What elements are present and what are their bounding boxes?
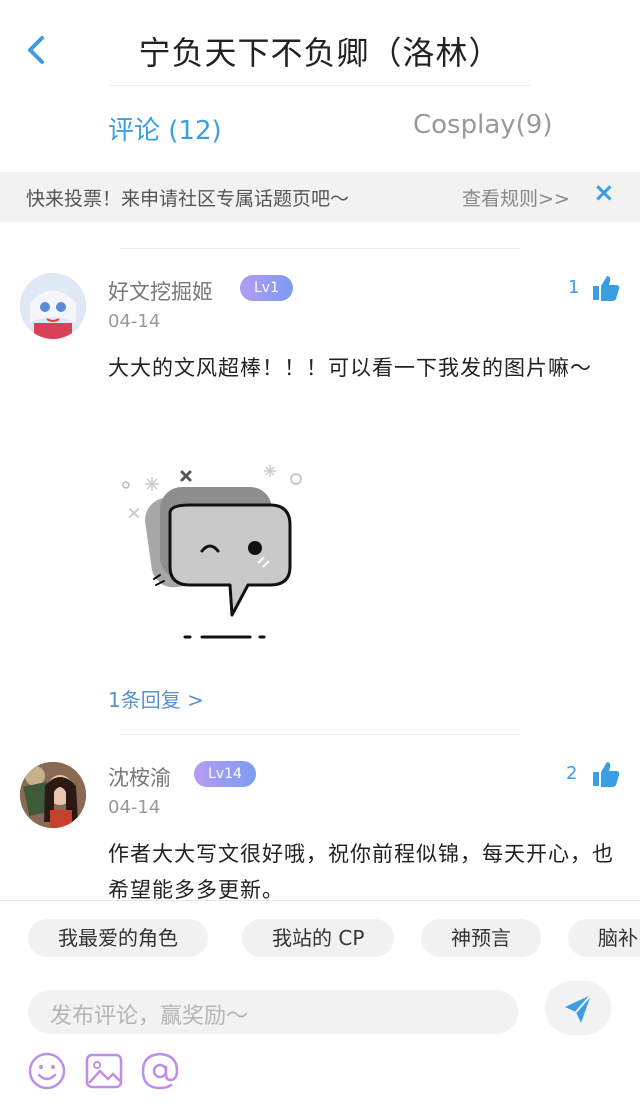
quick-tag-chip[interactable]: 我站的 CP <box>242 919 395 957</box>
avatar-illustration <box>20 273 86 339</box>
close-icon[interactable]: × <box>593 178 615 208</box>
speech-bubble-sticker[interactable] <box>110 455 340 655</box>
view-rules-link[interactable]: 查看规则>> <box>462 184 570 211</box>
comment-input[interactable]: 发布评论，赢奖励～ <box>28 990 518 1034</box>
avatar[interactable] <box>20 273 86 339</box>
like-count: 2 <box>566 763 578 784</box>
thumb-up-icon[interactable] <box>592 274 620 302</box>
comment-input-placeholder: 发布评论，赢奖励～ <box>50 1004 249 1029</box>
image-icon[interactable] <box>84 1051 124 1091</box>
level-badge: Lv14 <box>194 761 256 787</box>
tab-bar: 评论 (12) Cosplay(9) <box>0 96 640 162</box>
view-replies-link[interactable]: 1条回复 > <box>108 684 204 713</box>
at-icon[interactable] <box>140 1051 180 1091</box>
send-button[interactable] <box>545 981 611 1035</box>
comment-text: 作者大大写文很好哦，祝你前程似锦，每天开心，也希望能多多更新。 <box>108 842 614 902</box>
page-title: 宁负天下不负卿（洛林） <box>138 34 502 72</box>
like-count: 1 <box>568 277 580 298</box>
quick-tag-chip[interactable]: 我最爱的角色 <box>28 919 208 957</box>
notice-banner: 快来投票！来申请社区专属话题页吧～ 查看规则>> × <box>0 172 640 222</box>
notice-text: 快来投票！来申请社区专属话题页吧～ <box>26 188 350 210</box>
divider <box>120 734 520 735</box>
tab-cosplay[interactable]: Cosplay(9) <box>413 110 552 140</box>
divider <box>110 85 530 86</box>
quick-tag-chip[interactable]: 脑补 <box>568 919 640 957</box>
nav-bar: 宁负天下不负卿（洛林） <box>0 0 640 86</box>
divider <box>120 248 520 249</box>
avatar[interactable] <box>20 762 86 828</box>
username[interactable]: 好文挖掘姬 <box>108 276 213 306</box>
emoji-icon[interactable] <box>27 1051 67 1091</box>
avatar-photo <box>20 762 86 828</box>
quick-tag-chip[interactable]: 神预言 <box>421 919 541 957</box>
comment-date: 04-14 <box>108 797 161 818</box>
thumb-up-icon[interactable] <box>592 760 620 788</box>
comment-date: 04-14 <box>108 311 161 332</box>
comment-composer: 我最爱的角色 我站的 CP 神预言 脑补 发布评论，赢奖励～ <box>0 900 640 1108</box>
comment-text: 大大的文风超棒！！！可以看一下我发的图片嘛～ <box>108 356 592 380</box>
send-icon <box>565 994 592 1023</box>
level-badge: Lv1 <box>240 275 293 301</box>
username[interactable]: 沈桉渝 <box>108 762 171 792</box>
tab-comments[interactable]: 评论 (12) <box>108 110 222 147</box>
